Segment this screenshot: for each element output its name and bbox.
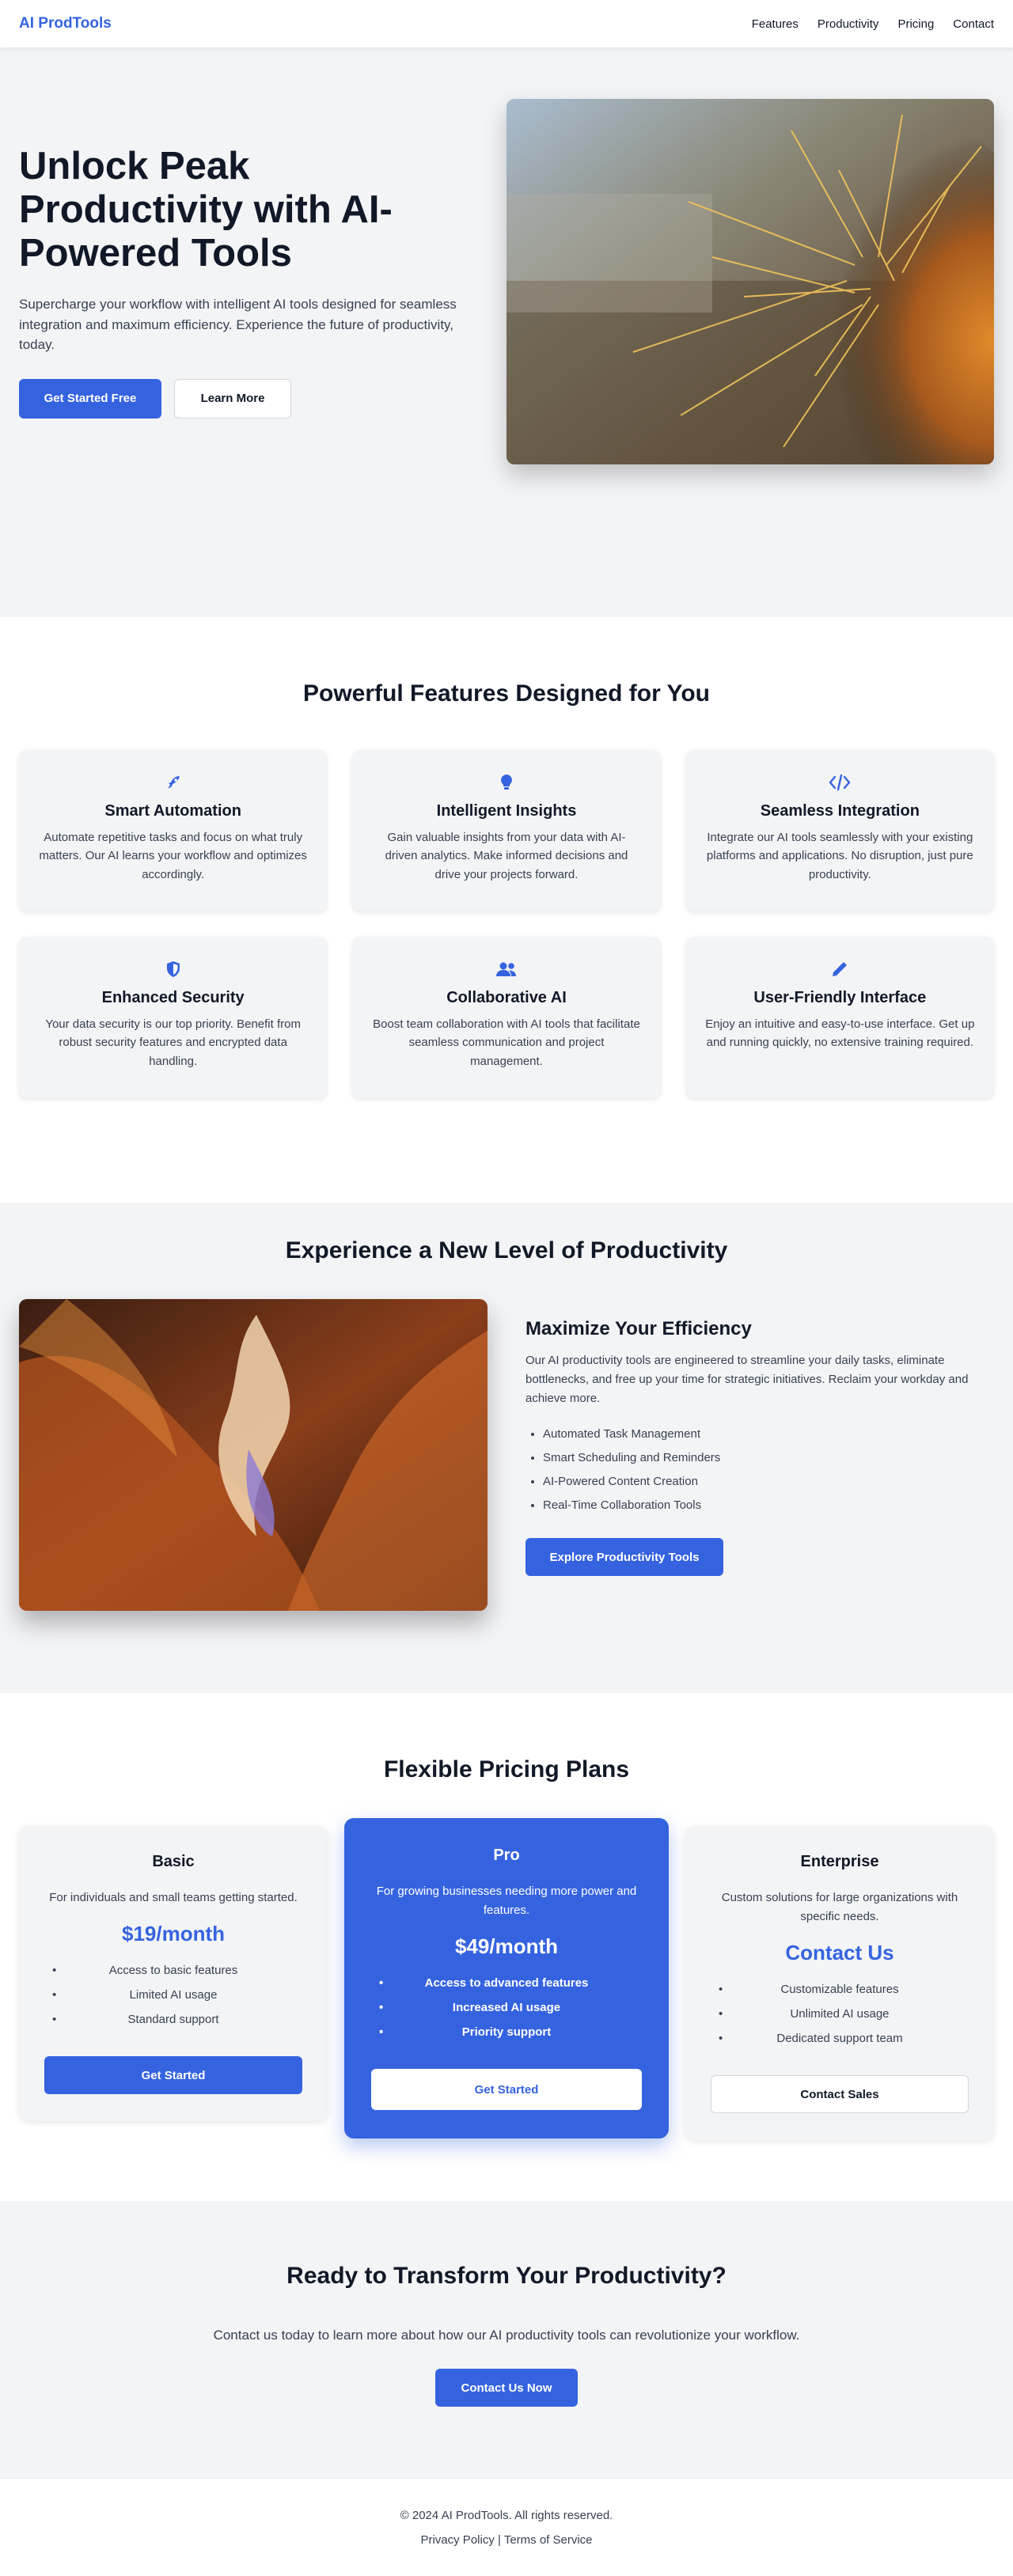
plan-features: Access to basic features Limited AI usag… [44,1964,302,2026]
list-item: Increased AI usage [371,2001,642,2014]
get-started-free-button[interactable]: Get Started Free [19,378,161,419]
hero-title: Unlock Peak Productivity with AI-Powered… [19,145,393,275]
brand-logo[interactable]: AI ProdTools [19,15,112,32]
feature-title: Smart Automation [104,802,241,820]
plan-description: Custom solutions for large organizations… [721,1891,958,1923]
explore-productivity-tools-button[interactable]: Explore Productivity Tools [525,1538,723,1576]
nav-link-features[interactable]: Features [752,17,799,31]
footer-separator: | [498,2533,501,2547]
productivity-list: Automated Task Management Smart Scheduli… [525,1427,994,1512]
plan-name: Pro [493,1847,520,1864]
site-footer: © 2024 AI ProdTools. All rights reserved… [0,2478,1013,2576]
terms-of-service-link[interactable]: Terms of Service [504,2533,593,2547]
plan-price: Contact Us [785,1941,894,1964]
feature-card: Seamless Integration Integrate our AI to… [685,750,994,911]
contact-sales-button[interactable]: Contact Sales [711,2075,969,2113]
hero-subtitle: Supercharge your workflow with intellige… [19,297,457,353]
users-icon [371,956,641,983]
pricing-card-enterprise: Enterprise Custom solutions for large or… [685,1826,994,2140]
feature-title: Intelligent Insights [436,802,577,820]
canyon-illustration [19,1299,488,1611]
productivity-row: Maximize Your Efficiency Our AI producti… [0,1299,1013,1611]
learn-more-button[interactable]: Learn More [174,378,291,419]
basic-get-started-button[interactable]: Get Started [44,2056,302,2094]
pricing-grid: Basic For individuals and small teams ge… [19,1818,994,2140]
feature-description: Integrate our AI tools seamlessly with y… [706,831,973,881]
copyright-text: © 2024 AI ProdTools. All rights reserved… [400,2509,613,2522]
features-grid: Smart Automation Automate repetitive tas… [19,750,994,1098]
footer-links: Privacy Policy | Terms of Service [0,2533,1013,2547]
plan-name: Basic [152,1853,195,1870]
features-title: Powerful Features Designed for You [303,680,710,707]
list-item: Customizable features [711,1983,969,1996]
feature-card: Smart Automation Automate repetitive tas… [19,750,328,911]
productivity-section: Experience a New Level of Productivity M… [0,1203,1013,1693]
list-item: AI-Powered Content Creation [543,1475,994,1488]
plan-description: For individuals and small teams getting … [49,1891,298,1904]
list-item: Standard support [44,2013,302,2026]
cta-title: Ready to Transform Your Productivity? [286,2263,727,2289]
feature-title: Collaborative AI [446,989,567,1006]
list-item: Dedicated support team [711,2032,969,2045]
plan-price: $49/month [454,1934,559,1958]
plan-name: Enterprise [800,1853,879,1870]
list-item: Access to advanced features [371,1976,642,1990]
feature-title: Seamless Integration [760,802,920,820]
list-item: Unlimited AI usage [711,2007,969,2021]
list-item: Limited AI usage [44,1988,302,2002]
productivity-title: Experience a New Level of Productivity [285,1237,728,1263]
privacy-policy-link[interactable]: Privacy Policy [420,2533,494,2547]
plan-price: $19/month [121,1922,226,1945]
feature-title: Enhanced Security [101,989,245,1006]
list-item: Access to basic features [44,1964,302,1977]
feature-description: Your data security is our top priority. … [45,1017,301,1068]
feature-description: Gain valuable insights from your data wi… [385,831,628,881]
rocket-icon [38,769,308,796]
code-icon [705,769,975,796]
main-nav: Features Productivity Pricing Contact [752,17,994,31]
feature-title: User-Friendly Interface [753,989,927,1006]
pricing-section: Flexible Pricing Plans Basic For individ… [0,1693,1013,2201]
feature-card: Collaborative AI Boost team collaboratio… [352,937,661,1098]
list-item: Real-Time Collaboration Tools [543,1498,994,1512]
productivity-heading: Maximize Your Efficiency [525,1318,752,1339]
pricing-title: Flexible Pricing Plans [383,1756,630,1782]
feature-description: Automate repetitive tasks and focus on w… [39,831,307,881]
features-section: Powerful Features Designed for You Smart… [0,617,1013,1203]
feature-description: Enjoy an intuitive and easy-to-use inter… [705,1017,975,1050]
cactus-illustration [506,99,994,464]
feature-card: Intelligent Insights Gain valuable insig… [352,750,661,911]
productivity-content: Maximize Your Efficiency Our AI producti… [525,1299,994,1611]
feature-card: Enhanced Security Your data security is … [19,937,328,1098]
plan-features: Access to advanced features Increased AI… [371,1976,642,2039]
pro-get-started-button[interactable]: Get Started [371,2069,642,2110]
plan-features: Customizable features Unlimited AI usage… [711,1983,969,2045]
shield-icon [38,956,308,983]
site-header: AI ProdTools Features Productivity Prici… [0,0,1013,47]
pricing-card-pro: Pro For growing businesses needing more … [344,1818,669,2138]
hero-buttons: Get Started Free Learn More [19,378,462,419]
list-item: Priority support [371,2025,642,2039]
nav-link-contact[interactable]: Contact [953,17,994,31]
cta-section: Ready to Transform Your Productivity? Co… [0,2201,1013,2478]
pricing-card-basic: Basic For individuals and small teams ge… [19,1826,328,2121]
pen-icon [705,956,975,983]
hero-content: Unlock Peak Productivity with AI-Powered… [19,145,462,419]
cta-description: Contact us today to learn more about how… [213,2328,800,2343]
list-item: Smart Scheduling and Reminders [543,1451,994,1464]
list-item: Automated Task Management [543,1427,994,1441]
canyon-image [19,1299,488,1611]
feature-description: Boost team collaboration with AI tools t… [373,1017,640,1068]
hero-section: Unlock Peak Productivity with AI-Powered… [0,47,1013,617]
nav-link-pricing[interactable]: Pricing [897,17,934,31]
feature-card: User-Friendly Interface Enjoy an intuiti… [685,937,994,1098]
contact-us-now-button[interactable]: Contact Us Now [435,2369,578,2407]
productivity-description: Our AI productivity tools are engineered… [525,1354,969,1405]
plan-description: For growing businesses needing more powe… [376,1885,637,1917]
nav-link-productivity[interactable]: Productivity [818,17,879,31]
hero-image-cactus [506,99,994,464]
lightbulb-icon [371,769,641,796]
